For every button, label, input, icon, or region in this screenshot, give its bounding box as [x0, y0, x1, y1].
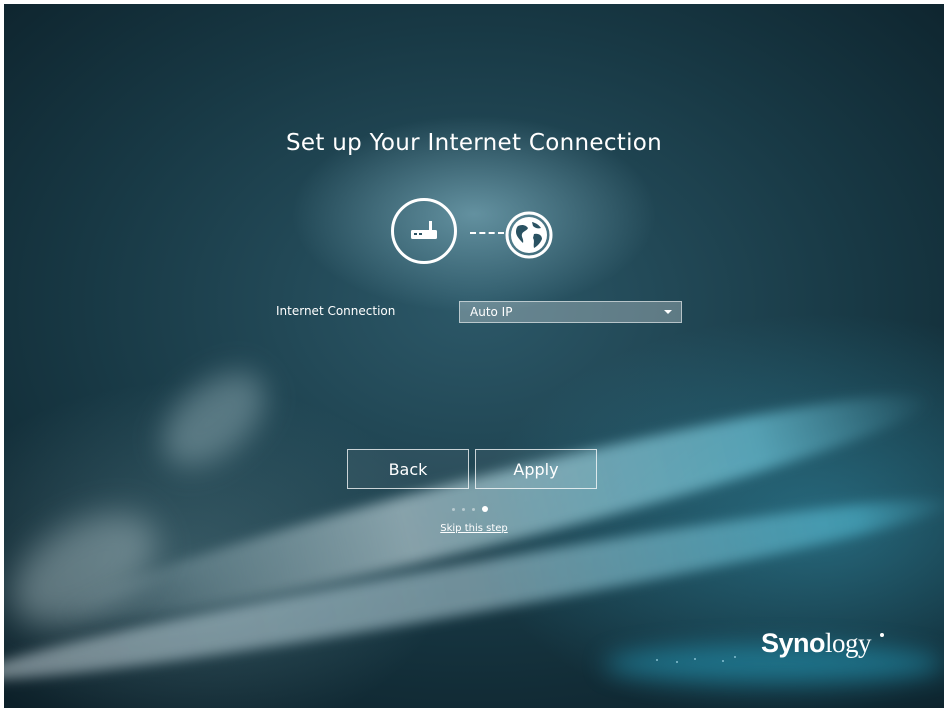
step-indicator	[452, 505, 488, 513]
synology-logo: Synology	[761, 628, 872, 659]
step-dot	[462, 507, 465, 511]
page-title: Set up Your Internet Connection	[285, 130, 663, 156]
background-sparkle	[676, 661, 678, 663]
background-light-streak	[145, 353, 283, 485]
background-sparkle	[734, 656, 736, 658]
internet-connection-label: Internet Connection	[276, 304, 396, 318]
internet-connection-value: Auto IP	[470, 305, 513, 319]
background-sparkle	[722, 660, 724, 662]
router-icon	[391, 198, 457, 264]
background-sparkle	[656, 659, 658, 661]
background-sparkle	[694, 658, 696, 660]
step-dot	[472, 507, 475, 511]
step-dot	[452, 507, 455, 511]
logo-mark	[880, 633, 884, 637]
logo-text-light: logy	[825, 628, 872, 658]
connection-dashed-line	[470, 232, 504, 234]
background-light-streak	[48, 366, 940, 652]
background-light-streak	[4, 490, 176, 648]
internet-connection-select[interactable]: Auto IP	[459, 301, 682, 323]
skip-step-link[interactable]: Skip this step	[0, 523, 948, 534]
globe-icon	[504, 210, 554, 260]
chevron-down-icon	[664, 310, 672, 314]
step-dot-active	[482, 506, 488, 512]
logo-text-bold: Syno	[761, 628, 826, 658]
apply-button[interactable]: Apply	[475, 449, 597, 489]
back-button[interactable]: Back	[347, 449, 469, 489]
setup-wizard-screen	[4, 4, 944, 708]
